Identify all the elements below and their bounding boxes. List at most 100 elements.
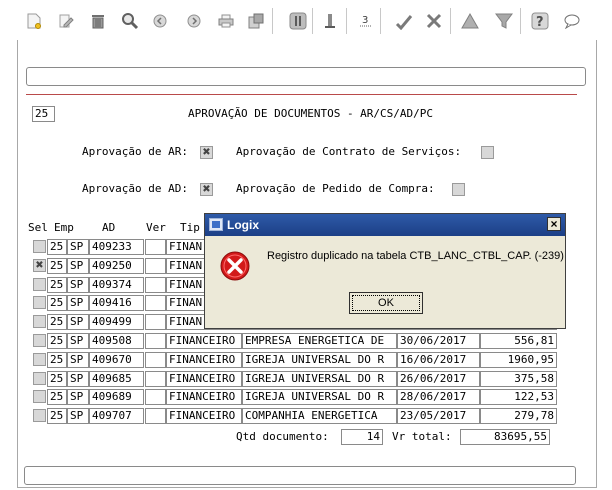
uf-cell[interactable]: SP [67,314,89,330]
row-select-checkbox[interactable] [33,296,46,309]
trash-icon[interactable] [88,11,108,31]
ver-cell[interactable] [145,314,166,330]
company-code-field[interactable]: 25 [32,106,55,122]
ver-cell[interactable] [145,389,166,405]
fornecedor-cell[interactable]: IGREJA UNIVERSAL DO R [242,371,397,387]
top-input-field[interactable] [26,67,586,86]
dialog-titlebar[interactable]: Logix × [205,214,565,236]
approval-cs-checkbox[interactable] [481,146,494,159]
row-select-checkbox[interactable] [33,409,46,422]
ad-cell[interactable]: 409374 [89,277,144,293]
uf-cell[interactable]: SP [67,277,89,293]
row-select-checkbox[interactable] [33,315,46,328]
emp-cell[interactable]: 25 [47,314,67,330]
ver-cell[interactable] [145,352,166,368]
ad-cell[interactable]: 409685 [89,371,144,387]
ver-cell[interactable] [145,371,166,387]
valor-cell[interactable]: 279,78 [480,408,557,424]
emp-cell[interactable]: 25 [47,333,67,349]
ad-cell[interactable]: 409670 [89,352,144,368]
emp-cell[interactable]: 25 [47,352,67,368]
page-icon[interactable]: 3 [356,11,376,31]
ver-cell[interactable] [145,258,166,274]
approve-icon[interactable] [394,11,414,31]
fornecedor-cell[interactable]: EMPRESA ENERGETICA DE [242,333,397,349]
bottom-input-field[interactable] [24,466,576,485]
first-icon[interactable] [288,11,308,31]
vr-total-field[interactable]: 83695,55 [460,429,550,445]
valor-cell[interactable]: 375,58 [480,371,557,387]
new-document-icon[interactable] [24,11,44,31]
tipo-cell[interactable]: FINANCEIRO [166,333,242,349]
data-cell[interactable]: 28/06/2017 [397,389,480,405]
data-cell[interactable]: 30/06/2017 [397,333,480,349]
row-select-checkbox[interactable] [33,240,46,253]
emp-cell[interactable]: 25 [47,239,67,255]
uf-cell[interactable]: SP [67,389,89,405]
fornecedor-cell[interactable]: IGREJA UNIVERSAL DO R [242,352,397,368]
fornecedor-cell[interactable]: IGREJA UNIVERSAL DO R [242,389,397,405]
ver-cell[interactable] [145,239,166,255]
emp-cell[interactable]: 25 [47,371,67,387]
chat-icon[interactable] [562,11,582,31]
uf-cell[interactable]: SP [67,333,89,349]
filter-icon[interactable] [494,11,514,31]
approval-ar-checkbox[interactable] [200,146,213,159]
print-icon[interactable] [216,11,236,31]
next-icon[interactable] [184,11,204,31]
ok-button[interactable]: OK [349,292,423,314]
uf-cell[interactable]: SP [67,258,89,274]
uf-cell[interactable]: SP [67,352,89,368]
valor-cell[interactable]: 556,81 [480,333,557,349]
emp-cell[interactable]: 25 [47,295,67,311]
emp-cell[interactable]: 25 [47,258,67,274]
data-cell[interactable]: 23/05/2017 [397,408,480,424]
edit-icon[interactable] [56,11,76,31]
ad-cell[interactable]: 409508 [89,333,144,349]
uf-cell[interactable]: SP [67,239,89,255]
row-select-checkbox[interactable] [33,259,46,272]
ver-cell[interactable] [145,408,166,424]
data-cell[interactable]: 26/06/2017 [397,371,480,387]
tipo-cell[interactable]: FINANCEIRO [166,352,242,368]
uf-cell[interactable]: SP [67,408,89,424]
help-icon[interactable]: ? [530,11,550,31]
last-icon[interactable] [320,11,340,31]
row-select-checkbox[interactable] [33,334,46,347]
ad-cell[interactable]: 409250 [89,258,144,274]
ad-cell[interactable]: 409233 [89,239,144,255]
emp-cell[interactable]: 25 [47,408,67,424]
uf-cell[interactable]: SP [67,295,89,311]
row-select-checkbox[interactable] [33,390,46,403]
row-select-checkbox[interactable] [33,372,46,385]
valor-cell[interactable]: 1960,95 [480,352,557,368]
ver-cell[interactable] [145,295,166,311]
previous-icon[interactable] [150,11,170,31]
ad-cell[interactable]: 409499 [89,314,144,330]
emp-cell[interactable]: 25 [47,389,67,405]
close-button[interactable]: × [547,217,561,231]
uf-cell[interactable]: SP [67,371,89,387]
approval-ad-checkbox[interactable] [200,183,213,196]
ad-cell[interactable]: 409416 [89,295,144,311]
tipo-cell[interactable]: FINANCEIRO [166,389,242,405]
search-icon[interactable] [120,11,140,31]
qtd-documento-field[interactable]: 14 [341,429,383,445]
row-select-checkbox[interactable] [33,278,46,291]
approval-pc-checkbox[interactable] [452,183,465,196]
data-cell[interactable]: 16/06/2017 [397,352,480,368]
ad-cell[interactable]: 409707 [89,408,144,424]
tipo-cell[interactable]: FINANCEIRO [166,408,242,424]
row-select-checkbox[interactable] [33,353,46,366]
emp-cell[interactable]: 25 [47,277,67,293]
ver-cell[interactable] [145,277,166,293]
tipo-cell[interactable]: FINANCEIRO [166,371,242,387]
warning-icon[interactable] [460,11,480,31]
col-header-tip: Tip [180,221,200,234]
export-icon[interactable] [246,11,266,31]
valor-cell[interactable]: 122,53 [480,389,557,405]
ver-cell[interactable] [145,333,166,349]
tools-icon[interactable] [424,11,444,31]
fornecedor-cell[interactable]: COMPANHIA ENERGETICA [242,408,397,424]
ad-cell[interactable]: 409689 [89,389,144,405]
